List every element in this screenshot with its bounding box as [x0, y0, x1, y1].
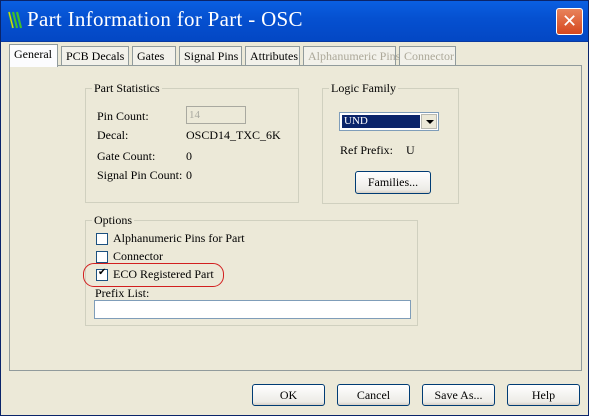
close-button[interactable]: ✕: [556, 8, 583, 35]
signal-pin-count-value: 0: [186, 168, 192, 182]
signal-pin-count-label: Signal Pin Count:: [97, 168, 183, 182]
part-statistics-title: Part Statistics: [92, 81, 162, 96]
ref-prefix-label: Ref Prefix:: [340, 143, 393, 157]
chevron-down-icon[interactable]: [421, 114, 437, 129]
part-information-dialog: Part Information for Part - OSC ✕ Genera…: [0, 0, 589, 416]
options-title: Options: [92, 213, 135, 228]
title-bar[interactable]: Part Information for Part - OSC ✕: [1, 1, 588, 42]
tab-connector[interactable]: Connector: [399, 46, 456, 66]
prefix-list-label: Prefix List:: [95, 286, 150, 300]
close-icon: ✕: [561, 11, 578, 32]
pin-count-label: Pin Count:: [97, 109, 149, 123]
alphanumeric-pins-checkbox[interactable]: [96, 233, 108, 245]
alphanumeric-pins-label[interactable]: Alphanumeric Pins for Part: [113, 231, 245, 246]
connector-label[interactable]: Connector: [113, 249, 163, 264]
window-title: Part Information for Part - OSC: [27, 7, 303, 31]
tab-gates[interactable]: Gates: [132, 46, 176, 66]
tab-pcb-decals[interactable]: PCB Decals: [61, 46, 129, 66]
tab-general[interactable]: General: [9, 44, 58, 67]
ref-prefix-value: U: [406, 143, 415, 157]
logic-family-selected-value: UND: [342, 115, 420, 128]
ok-button[interactable]: OK: [252, 384, 325, 406]
cancel-button[interactable]: Cancel: [337, 384, 410, 406]
logic-family-select[interactable]: UND: [339, 112, 439, 131]
help-button[interactable]: Help: [507, 384, 580, 406]
families-button[interactable]: Families...: [355, 171, 431, 194]
tab-attributes[interactable]: Attributes: [245, 46, 300, 66]
decal-label: Decal:: [97, 128, 129, 142]
logic-family-title: Logic Family: [329, 81, 398, 96]
tab-alphanumeric-pins[interactable]: Alphanumeric Pins: [303, 46, 400, 66]
connector-checkbox[interactable]: [96, 251, 108, 263]
save-as-button[interactable]: Save As...: [422, 384, 495, 406]
tab-signal-pins[interactable]: Signal Pins: [179, 46, 242, 66]
prefix-list-input[interactable]: [94, 300, 411, 319]
gate-count-value: 0: [186, 149, 192, 163]
gate-count-label: Gate Count:: [97, 149, 156, 163]
pin-count-field: 14: [186, 106, 246, 124]
decal-value: OSCD14_TXC_6K: [186, 128, 281, 142]
red-highlight-annotation: [83, 263, 224, 287]
app-icon: [7, 11, 23, 29]
